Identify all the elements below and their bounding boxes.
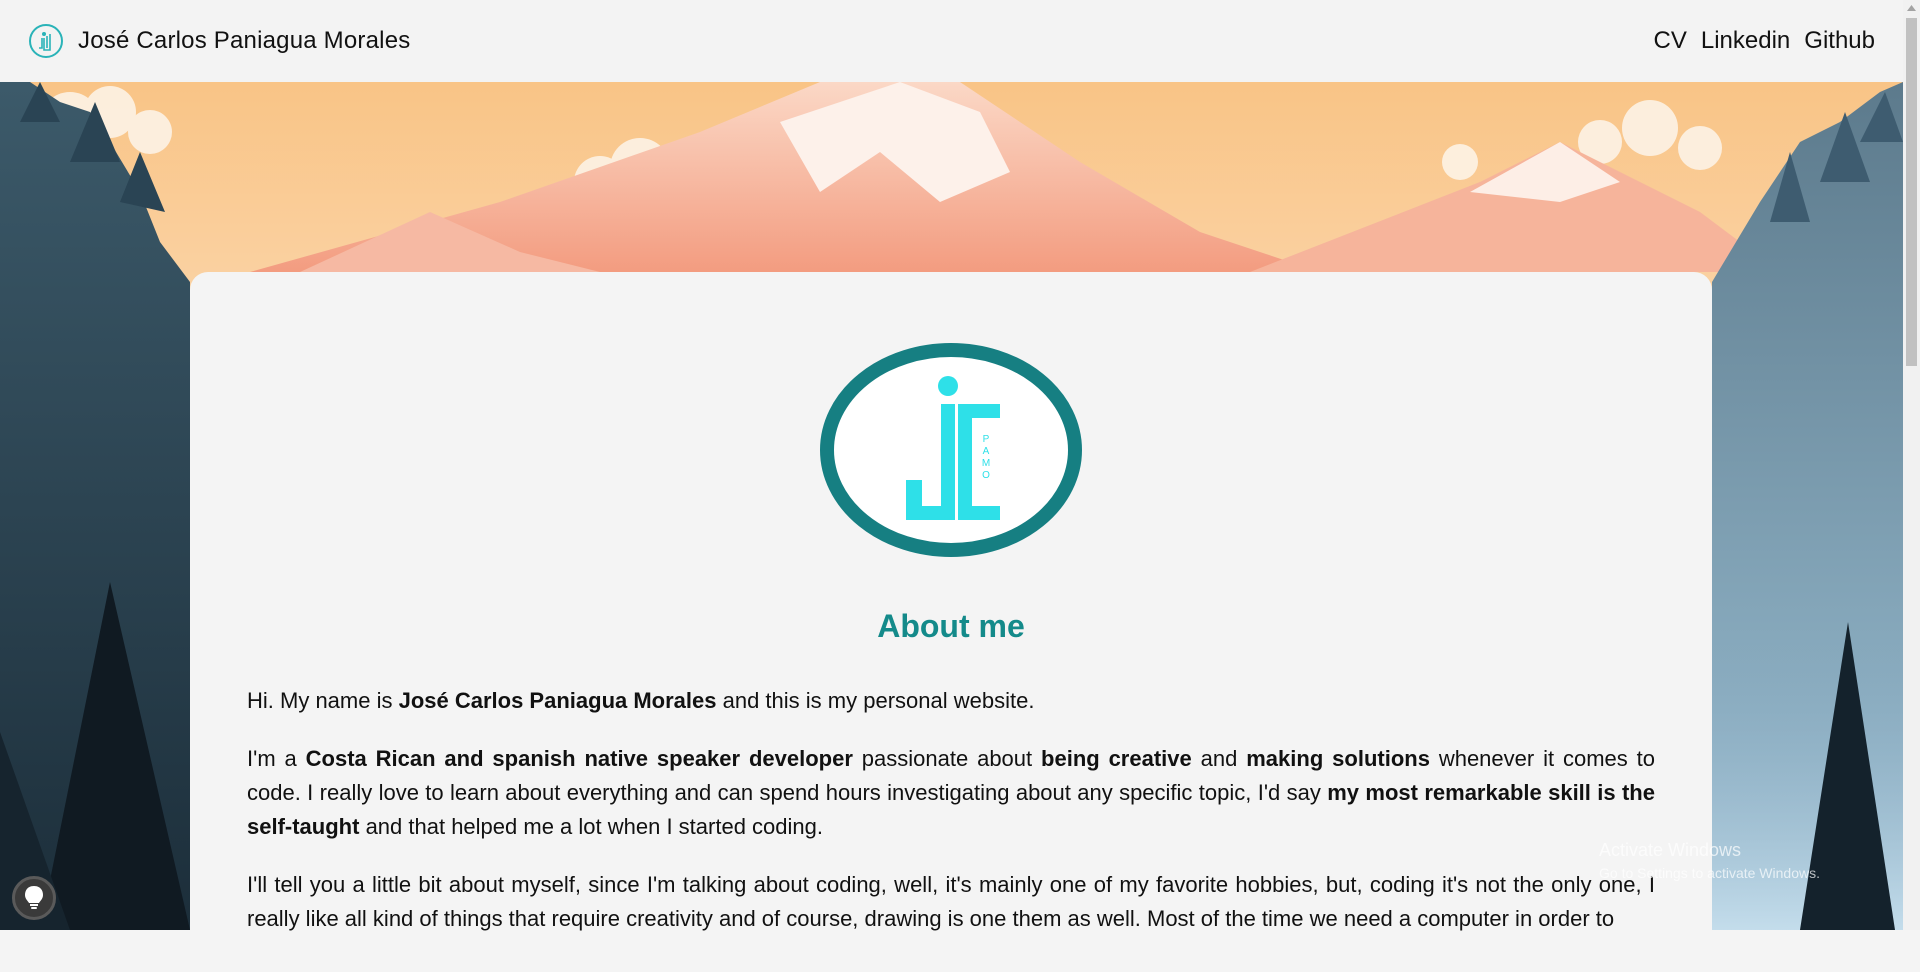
page-scrollbar[interactable] [1903,0,1920,930]
top-navbar: José Carlos Paniagua Morales CV Linkedin… [0,0,1903,82]
svg-text:M: M [982,458,990,469]
scrollbar-thumb[interactable] [1906,18,1917,366]
jc-logo-icon [29,24,63,58]
activation-watermark: Activate Windows Go to Settings to activ… [1599,840,1820,881]
about-card: P A M O About me Hi. My name is José Car… [190,272,1712,972]
profile-logo: P A M O [820,343,1082,557]
nav-links: CV Linkedin Github [1654,27,1875,55]
svg-text:A: A [983,446,990,457]
svg-text:O: O [982,470,990,481]
brand-link[interactable]: José Carlos Paniagua Morales [28,23,410,59]
watermark-subtitle: Go to Settings to activate Windows. [1599,865,1820,881]
watermark-title: Activate Windows [1599,840,1742,860]
nav-link-linkedin[interactable]: Linkedin [1701,27,1790,55]
intro-paragraph: Hi. My name is José Carlos Paniagua Mora… [247,688,1035,713]
svg-text:P: P [983,434,990,445]
theme-toggle-button[interactable] [12,876,56,920]
hobbies-paragraph: I'll tell you a little bit about myself,… [247,872,1655,931]
about-title: About me [877,608,1025,644]
lightbulb-icon [25,886,43,909]
brand-name: José Carlos Paniagua Morales [78,27,411,54]
skills-paragraph: I'm a Costa Rican and spanish native spe… [247,746,1656,839]
nav-link-github[interactable]: Github [1804,27,1875,55]
about-content: Hi. My name is José Carlos Paniagua Mora… [247,684,1655,960]
nav-link-cv[interactable]: CV [1654,27,1687,55]
scroll-up-arrow-icon[interactable] [1903,0,1920,17]
